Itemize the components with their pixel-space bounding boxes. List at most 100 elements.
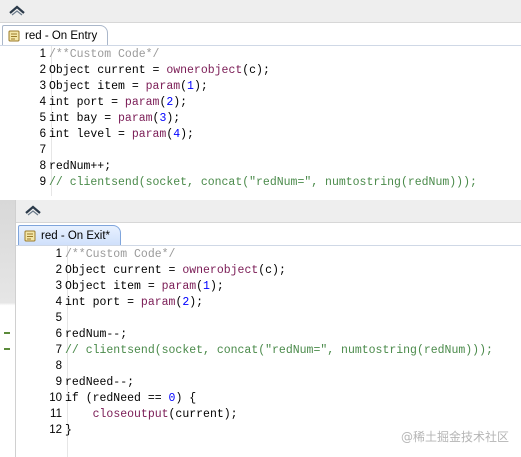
code-token: int port = — [49, 96, 125, 109]
collapse-chevron-icon[interactable] — [8, 3, 26, 17]
line-number: 1 — [55, 248, 62, 260]
code-text: int bay = param(3); — [49, 112, 180, 125]
code-token: 1 — [187, 80, 194, 93]
code-token: /**Custom Code*/ — [65, 248, 176, 261]
code-text: Object current = ownerobject(c); — [49, 64, 270, 77]
code-token: redNeed--; — [65, 376, 135, 389]
line-number: 12 — [49, 424, 62, 436]
code-token: redNum--; — [65, 328, 128, 341]
on-entry-editor-window: red - On Entry 1/**Custom Code*/2 Object … — [0, 0, 521, 196]
code-text: int port = param(2); — [65, 296, 203, 309]
watermark: @稀土掘金技术社区 — [400, 430, 509, 444]
script-scroll-icon — [7, 29, 21, 43]
tab-label: red - On Exit* — [41, 229, 111, 242]
code-token: (current); — [168, 408, 238, 421]
code-line[interactable]: 2 Object current = ownerobject(c); — [16, 262, 521, 278]
code-line[interactable]: 7// clientsend(socket, concat("redNum=",… — [16, 342, 521, 358]
code-line[interactable]: 7 — [0, 142, 521, 158]
code-token: ); — [189, 296, 204, 309]
line-number: 3 — [55, 280, 62, 292]
code-editor[interactable]: 1/**Custom Code*/2 Object current = owner… — [16, 246, 521, 457]
code-line[interactable]: 1/**Custom Code*/ — [16, 246, 521, 262]
code-text: /**Custom Code*/ — [65, 248, 175, 261]
line-number: 3 — [39, 80, 46, 92]
code-text: int port = param(2); — [49, 96, 187, 109]
collapse-chevron-icon[interactable] — [24, 203, 42, 217]
line-number: 1 — [39, 48, 46, 60]
code-text: /**Custom Code*/ — [49, 48, 159, 61]
code-text: // clientsend(socket, concat("redNum=", … — [49, 176, 477, 189]
code-text: redNeed--; — [65, 376, 134, 389]
code-line[interactable]: 5 — [16, 310, 521, 326]
code-token: ); — [173, 96, 188, 109]
code-token: param — [161, 280, 197, 293]
code-text: Object item = param(1); — [49, 80, 208, 93]
tab-label: red - On Entry — [25, 29, 98, 42]
line-number: 11 — [50, 408, 62, 420]
line-number: 6 — [55, 328, 62, 340]
code-line[interactable]: 2 Object current = ownerobject(c); — [0, 62, 521, 78]
code-text: if (redNeed == 0) { — [65, 392, 196, 405]
code-line[interactable]: 4 int port = param(2); — [0, 94, 521, 110]
code-token: } — [65, 424, 72, 437]
code-text: redNum++; — [49, 160, 111, 173]
code-line[interactable]: 10 if (redNeed == 0) { — [16, 390, 521, 406]
code-token: ); — [209, 280, 224, 293]
code-line[interactable]: 9// clientsend(socket, concat("redNum=",… — [0, 174, 521, 190]
code-token: int port = — [65, 296, 141, 309]
line-number: 9 — [55, 376, 62, 388]
code-token: Object item = — [49, 80, 146, 93]
tab-on-entry[interactable]: red - On Entry — [2, 25, 109, 45]
code-line[interactable]: 6 redNum--; — [16, 326, 521, 342]
code-text: redNum--; — [65, 328, 127, 341]
code-text: // clientsend(socket, concat("redNum=", … — [65, 344, 493, 357]
code-token: 1 — [203, 280, 210, 293]
tab-on-exit[interactable]: red - On Exit* — [18, 225, 122, 245]
code-line[interactable]: 3 Object item = param(1); — [0, 78, 521, 94]
side-marker — [4, 348, 10, 350]
code-token: param — [118, 112, 153, 125]
code-line[interactable]: 11 closeoutput(current); — [16, 406, 521, 422]
code-token: ownerobject — [182, 264, 259, 277]
code-text: int level = param(4); — [49, 128, 194, 141]
line-number: 4 — [55, 296, 62, 308]
line-number: 5 — [39, 112, 46, 124]
code-line[interactable]: 6 int level = param(4); — [0, 126, 521, 142]
code-token: // clientsend(socket, concat("redNum=", … — [65, 344, 493, 357]
line-number: 2 — [39, 64, 46, 76]
window-titlebar — [0, 0, 521, 23]
line-number: 5 — [55, 312, 62, 324]
code-token: int level = — [49, 128, 132, 141]
code-line[interactable]: 5 int bay = param(3); — [0, 110, 521, 126]
code-token: param — [145, 80, 181, 93]
code-token: Object item = — [65, 280, 162, 293]
code-token: if (redNeed == — [65, 392, 169, 405]
code-token: redNum++; — [49, 160, 112, 173]
tab-strip: red - On Exit* — [16, 223, 521, 246]
code-token: ( — [196, 280, 204, 293]
code-token: param — [131, 128, 167, 141]
on-exit-editor-window: red - On Exit* 1/**Custom Code*/2 Object … — [15, 200, 521, 457]
line-number: 8 — [55, 360, 62, 372]
code-line[interactable]: 4 int port = param(2); — [16, 294, 521, 310]
code-token: int bay = — [49, 112, 119, 125]
code-line[interactable]: 8 redNum++; — [0, 158, 521, 174]
code-text: } — [65, 424, 72, 437]
code-token: param — [140, 296, 176, 309]
code-text: Object current = ownerobject(c); — [65, 264, 286, 277]
code-token: ( — [180, 80, 188, 93]
code-line[interactable]: 8 — [16, 358, 521, 374]
window-titlebar — [16, 200, 521, 223]
code-editor[interactable]: 1/**Custom Code*/2 Object current = owner… — [0, 46, 521, 196]
line-number: 7 — [39, 144, 46, 156]
code-token: ); — [180, 128, 194, 141]
code-token: (c); — [242, 64, 270, 77]
line-number: 7 — [55, 344, 62, 356]
line-number: 4 — [39, 96, 46, 108]
code-line[interactable]: 9 redNeed--; — [16, 374, 521, 390]
code-token: Object current = — [49, 64, 167, 77]
code-line[interactable]: 3 Object item = param(1); — [16, 278, 521, 294]
left-side-strip — [0, 200, 15, 457]
line-number: 8 — [39, 160, 46, 172]
code-line[interactable]: 1/**Custom Code*/ — [0, 46, 521, 62]
